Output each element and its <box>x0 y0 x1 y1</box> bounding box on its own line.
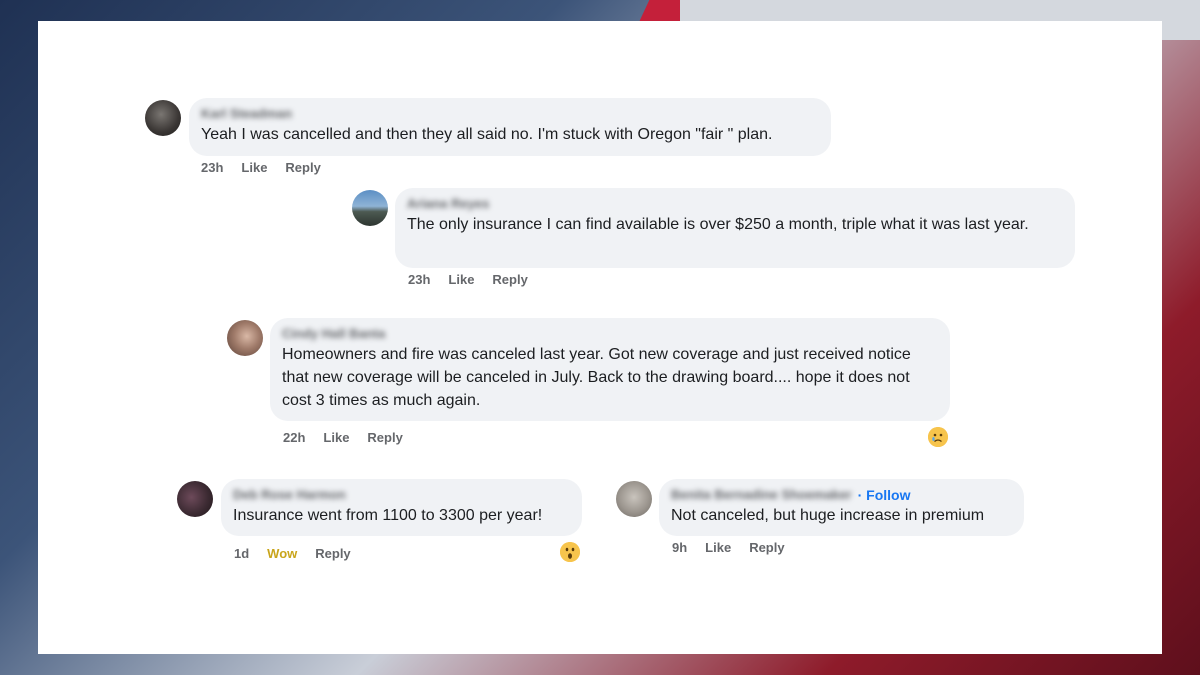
comment-bubble: Deb Rose Harmon Insurance went from 1100… <box>221 479 582 536</box>
like-button[interactable]: Like <box>323 430 349 445</box>
comment-bubble: Karl Steadman Yeah I was cancelled and t… <box>189 98 831 156</box>
wow-reaction-button[interactable]: Wow <box>267 546 297 561</box>
comment-author[interactable]: Benita Bernadine Shoemaker <box>671 487 852 503</box>
reply-button[interactable]: Reply <box>367 430 402 445</box>
comment-bubble: Ariana Reyes The only insurance I can fi… <box>395 188 1075 268</box>
comments-panel: Karl Steadman Yeah I was cancelled and t… <box>38 21 1162 654</box>
avatar[interactable] <box>227 320 263 356</box>
comment-author-row: Benita Bernadine Shoemaker · Follow <box>671 487 1012 503</box>
like-button[interactable]: Like <box>705 540 731 555</box>
comment-author[interactable]: Cindy Hall Banta <box>282 326 938 342</box>
comment-text: The only insurance I can find available … <box>407 216 1029 233</box>
like-button[interactable]: Like <box>448 272 474 287</box>
like-button[interactable]: Like <box>241 160 267 175</box>
comment-bubble: Benita Bernadine Shoemaker · Follow Not … <box>659 479 1024 536</box>
comment-author[interactable]: Ariana Reyes <box>407 196 1063 212</box>
comment-text: Not canceled, but huge increase in premi… <box>671 507 985 524</box>
comment-text: Homeowners and fire was canceled last ye… <box>282 346 911 409</box>
comment-timestamp[interactable]: 23h <box>201 160 223 175</box>
comment-text: Yeah I was cancelled and then they all s… <box>201 126 773 143</box>
comment-timestamp[interactable]: 9h <box>672 540 687 555</box>
comment-actions: 9h Like Reply <box>672 540 803 555</box>
sad-reaction-icon[interactable] <box>928 427 948 447</box>
avatar[interactable] <box>352 190 388 226</box>
comment-timestamp[interactable]: 23h <box>408 272 430 287</box>
follow-button[interactable]: · Follow <box>858 487 911 503</box>
reply-button[interactable]: Reply <box>315 546 350 561</box>
avatar[interactable] <box>177 481 213 517</box>
comment-author[interactable]: Karl Steadman <box>201 106 819 122</box>
wow-reaction-icon[interactable] <box>560 542 580 562</box>
reply-button[interactable]: Reply <box>285 160 320 175</box>
comment-text: Insurance went from 1100 to 3300 per yea… <box>233 507 543 524</box>
comment-actions: 23h Like Reply <box>408 272 546 287</box>
comment-author[interactable]: Deb Rose Harmon <box>233 487 570 503</box>
reply-button[interactable]: Reply <box>492 272 527 287</box>
comment-bubble: Cindy Hall Banta Homeowners and fire was… <box>270 318 950 421</box>
comment-actions: 23h Like Reply <box>201 160 339 175</box>
comment-actions: 22h Like Reply <box>283 430 421 445</box>
comment-timestamp[interactable]: 22h <box>283 430 305 445</box>
avatar[interactable] <box>616 481 652 517</box>
comment-timestamp[interactable]: 1d <box>234 546 249 561</box>
avatar[interactable] <box>145 100 181 136</box>
reply-button[interactable]: Reply <box>749 540 784 555</box>
comment-actions: 1d Wow Reply <box>234 546 369 561</box>
